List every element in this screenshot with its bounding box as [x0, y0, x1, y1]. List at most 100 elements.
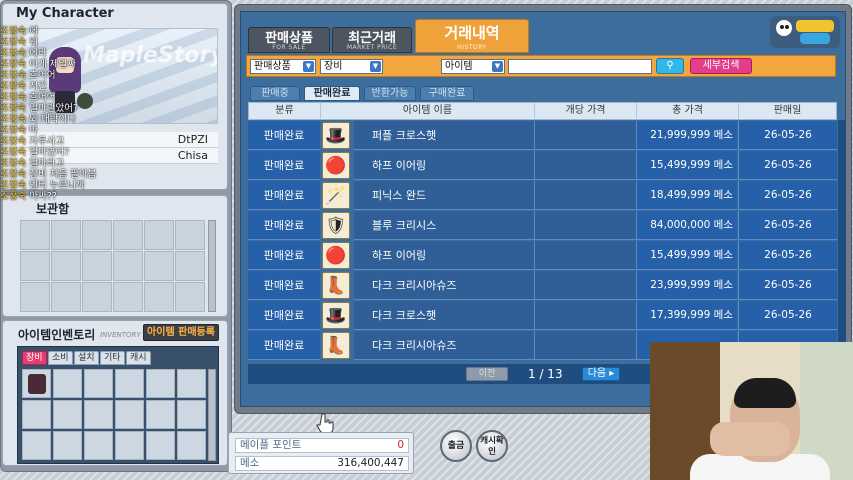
- storage-slot[interactable]: [82, 282, 112, 312]
- subtab-sold[interactable]: 판매완료: [304, 86, 360, 101]
- inventory-tab-etc[interactable]: 기타: [100, 351, 125, 365]
- table-row[interactable]: 판매완료 퍼플 크로스햇 🎩 21,999,999 메소 26-05-26: [248, 121, 837, 150]
- storage-slot[interactable]: [144, 220, 174, 250]
- storage-slot[interactable]: [113, 220, 143, 250]
- inventory-title: 아이템인벤토리: [18, 328, 96, 342]
- header-item-name: 아이템 이름: [321, 103, 535, 119]
- category-select-value: 판매상품: [254, 61, 291, 72]
- storage-slot[interactable]: [51, 220, 81, 250]
- tab-market-price[interactable]: 최근거래 MARKET PRICE: [332, 27, 412, 53]
- row-unit-price: [534, 301, 634, 330]
- inventory-scrollbar[interactable]: [208, 369, 216, 461]
- withdraw-button[interactable]: 출금: [440, 430, 472, 462]
- inventory-slot[interactable]: [22, 431, 51, 460]
- storage-slot[interactable]: [175, 220, 205, 250]
- storage-slot[interactable]: [20, 282, 50, 312]
- chat-text: 아: [29, 125, 39, 136]
- inventory-slot[interactable]: [84, 431, 113, 460]
- inventory-tab-setup[interactable]: 설치: [74, 351, 99, 365]
- detail-search-button[interactable]: 세부검색: [690, 58, 752, 74]
- subtab-on-sale[interactable]: 판매중: [250, 86, 300, 101]
- table-row[interactable]: 판매완료 하프 이어링 🔴 15,499,999 메소 26-05-26: [248, 241, 837, 270]
- inventory-slot[interactable]: [53, 369, 82, 398]
- dark-crisia-shoes-icon: 👢: [322, 332, 350, 359]
- row-sale-date: 26-05-26: [738, 271, 837, 300]
- row-sale-date: 26-05-26: [738, 301, 837, 330]
- inventory-slot[interactable]: [177, 369, 206, 398]
- inventory-slot[interactable]: [146, 369, 175, 398]
- storage-slot[interactable]: [113, 282, 143, 312]
- inventory-slot[interactable]: [84, 369, 113, 398]
- prev-page-button[interactable]: 이전: [466, 367, 508, 381]
- inventory-slot[interactable]: [53, 431, 82, 460]
- tab-history[interactable]: 거래내역 HISTORY: [415, 19, 529, 53]
- search-by-select[interactable]: 아이템 ▼: [441, 59, 505, 74]
- storage-slot[interactable]: [82, 251, 112, 281]
- table-scrollbar[interactable]: [838, 120, 846, 364]
- inventory-slot[interactable]: [115, 369, 144, 398]
- storage-slot[interactable]: [20, 251, 50, 281]
- storage-slot[interactable]: [175, 251, 205, 281]
- type-select[interactable]: 장비 ▼: [320, 59, 383, 74]
- inventory-slot[interactable]: [146, 431, 175, 460]
- armor-item-icon: [28, 374, 46, 394]
- cash-confirm-button[interactable]: 캐시확인: [476, 430, 508, 462]
- chat-line: 조정숙 에: [0, 26, 150, 37]
- chat-speaker: 조정숙: [0, 103, 27, 114]
- chat-text: 장비 처음 팔아봄: [29, 169, 97, 180]
- storage-slot[interactable]: [20, 220, 50, 250]
- inventory-tab-cash[interactable]: 캐시: [126, 351, 151, 365]
- table-row[interactable]: 판매완료 다크 크리시아슈즈 👢 23,999,999 메소 26-05-26: [248, 271, 837, 300]
- storage-slot[interactable]: [144, 251, 174, 281]
- row-total-price: 15,499,999 메소: [636, 241, 737, 270]
- row-status: 판매완료: [248, 211, 320, 240]
- chat-text: 에: [29, 26, 39, 37]
- tab-for-sale[interactable]: 판매상품 FOR SALE: [248, 27, 330, 53]
- subtab-purchased[interactable]: 구매완료: [420, 86, 474, 101]
- chat-speaker: 조정숙: [0, 125, 27, 136]
- storage-slot[interactable]: [82, 220, 112, 250]
- inventory-slot[interactable]: [53, 400, 82, 429]
- header-sale-date: 판매일: [773, 105, 802, 116]
- tab-market-price-sub: MARKET PRICE: [346, 44, 398, 51]
- inventory-slot[interactable]: [177, 431, 206, 460]
- chat-line: 조정숙 흐어어: [0, 70, 150, 81]
- storage-slot[interactable]: [144, 282, 174, 312]
- header-category: 분류: [249, 103, 321, 119]
- next-page-button[interactable]: 다음 ▸: [582, 367, 620, 381]
- inventory-slot[interactable]: [146, 400, 175, 429]
- search-button[interactable]: ⚲: [656, 58, 684, 74]
- chat-line: 조정숙 저긴: [0, 81, 150, 92]
- row-total-price: 17,399,999 메소: [636, 301, 737, 330]
- register-item-button[interactable]: 아이템 판매등록: [143, 324, 219, 341]
- chat-speaker: 조정숙: [0, 26, 27, 37]
- search-input[interactable]: [508, 59, 652, 74]
- inventory-slot[interactable]: [115, 400, 144, 429]
- storage-slot[interactable]: [175, 282, 205, 312]
- inventory-slot[interactable]: [22, 369, 51, 398]
- chat-text: 와 대박이다: [29, 114, 76, 125]
- table-row[interactable]: 판매완료 하프 이어링 🔴 15,499,999 메소 26-05-26: [248, 151, 837, 180]
- inventory-tab-equip[interactable]: 장비: [22, 351, 47, 365]
- table-row[interactable]: 판매완료 피닉스 완드 🪄 18,499,999 메소 26-05-26: [248, 181, 837, 210]
- inventory-tab-use[interactable]: 소비: [48, 351, 73, 365]
- inventory-slot[interactable]: [84, 400, 113, 429]
- row-sale-date: 26-05-26: [738, 211, 837, 240]
- maple-point-value: 0: [397, 439, 404, 451]
- category-select[interactable]: 판매상품 ▼: [250, 59, 316, 74]
- table-row[interactable]: 판매완료 다크 크로스햇 🎩 17,399,999 메소 26-05-26: [248, 301, 837, 330]
- chat-speaker: 조정숙: [0, 158, 27, 169]
- storage-slot[interactable]: [51, 251, 81, 281]
- harp-earring-icon: 🔴: [322, 152, 350, 179]
- chat-speaker: 조정숙: [0, 169, 27, 180]
- subtab-returnable[interactable]: 반환가능: [364, 86, 416, 101]
- inventory-slot[interactable]: [177, 400, 206, 429]
- inventory-slot[interactable]: [22, 400, 51, 429]
- storage-slot[interactable]: [113, 251, 143, 281]
- phoenix-wand-icon: 🪄: [322, 182, 350, 209]
- row-total-price: 18,499,999 메소: [636, 181, 737, 210]
- inventory-slot[interactable]: [115, 431, 144, 460]
- storage-scrollbar[interactable]: [208, 220, 216, 312]
- table-row[interactable]: 판매완료 블루 크리시스 🛡 84,000,000 메소 26-05-26: [248, 211, 837, 240]
- storage-slot[interactable]: [51, 282, 81, 312]
